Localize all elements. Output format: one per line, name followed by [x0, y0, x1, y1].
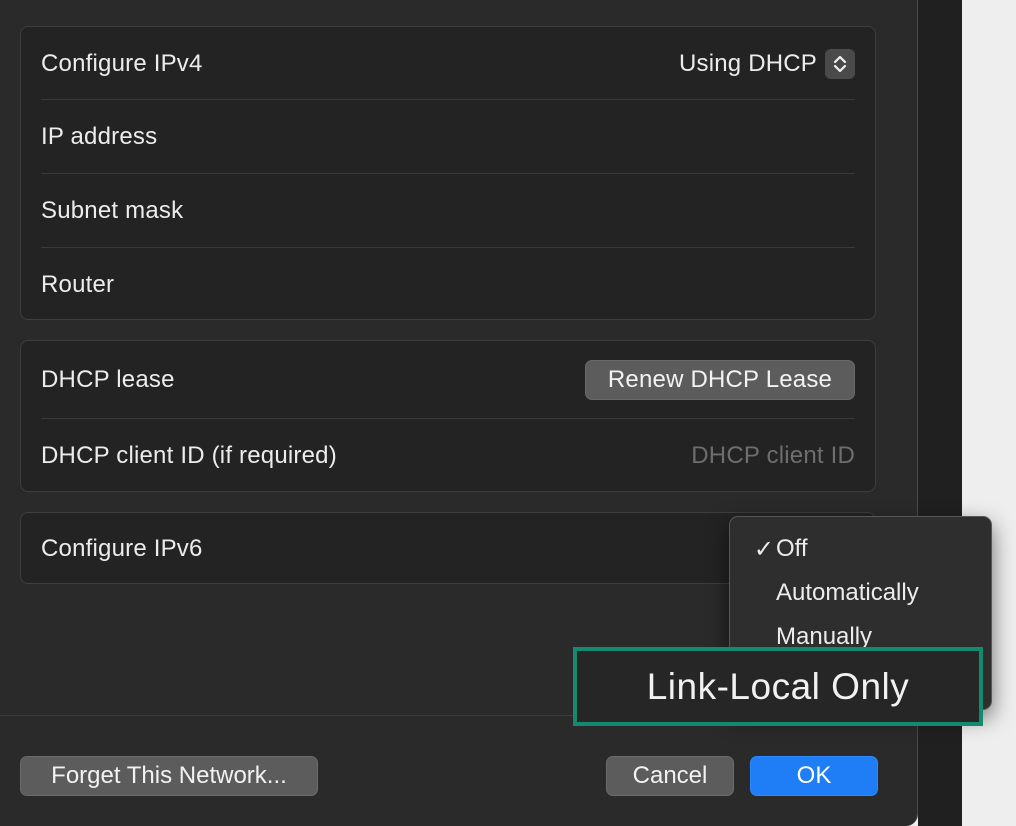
ip-address-label: IP address [41, 123, 158, 150]
menu-item-automatically-label: Automatically [776, 579, 919, 606]
dhcp-client-id-label: DHCP client ID (if required) [41, 442, 337, 469]
dhcp-lease-row: DHCP lease Renew DHCP Lease [41, 341, 855, 419]
dhcp-lease-label: DHCP lease [41, 366, 175, 393]
dhcp-client-id-row: DHCP client ID (if required) DHCP client… [41, 419, 855, 493]
menu-item-automatically[interactable]: Automatically [730, 574, 991, 612]
router-row: Router [41, 248, 855, 321]
ipv4-group: Configure IPv4 Using DHCP IP address Sub… [20, 26, 876, 320]
menu-item-off-label: Off [776, 535, 808, 562]
ip-address-row: IP address [41, 100, 855, 174]
configure-ipv4-label: Configure IPv4 [41, 49, 203, 77]
router-label: Router [41, 270, 115, 298]
menu-item-link-local-only-label: Link-Local Only [646, 665, 910, 707]
subnet-mask-label: Subnet mask [41, 197, 184, 224]
forget-network-button[interactable]: Forget This Network... [20, 756, 318, 796]
configure-ipv4-popup[interactable]: Using DHCP [678, 48, 855, 79]
ok-button[interactable]: OK [750, 756, 878, 796]
subnet-mask-row: Subnet mask [41, 174, 855, 248]
dhcp-client-id-field[interactable]: DHCP client ID [691, 442, 855, 470]
dhcp-group: DHCP lease Renew DHCP Lease DHCP client … [20, 340, 876, 492]
configure-ipv4-row: Configure IPv4 Using DHCP [41, 27, 855, 100]
up-down-chevron-icon [825, 48, 855, 79]
menu-item-link-local-only[interactable]: Link-Local Only [573, 647, 983, 726]
renew-dhcp-lease-button[interactable]: Renew DHCP Lease [585, 360, 855, 400]
configure-ipv4-value: Using DHCP [678, 49, 817, 77]
cancel-button[interactable]: Cancel [606, 756, 734, 796]
menu-item-off[interactable]: ✓ Off [730, 530, 991, 568]
checkmark-icon: ✓ [753, 535, 774, 563]
configure-ipv6-label: Configure IPv6 [41, 535, 203, 562]
